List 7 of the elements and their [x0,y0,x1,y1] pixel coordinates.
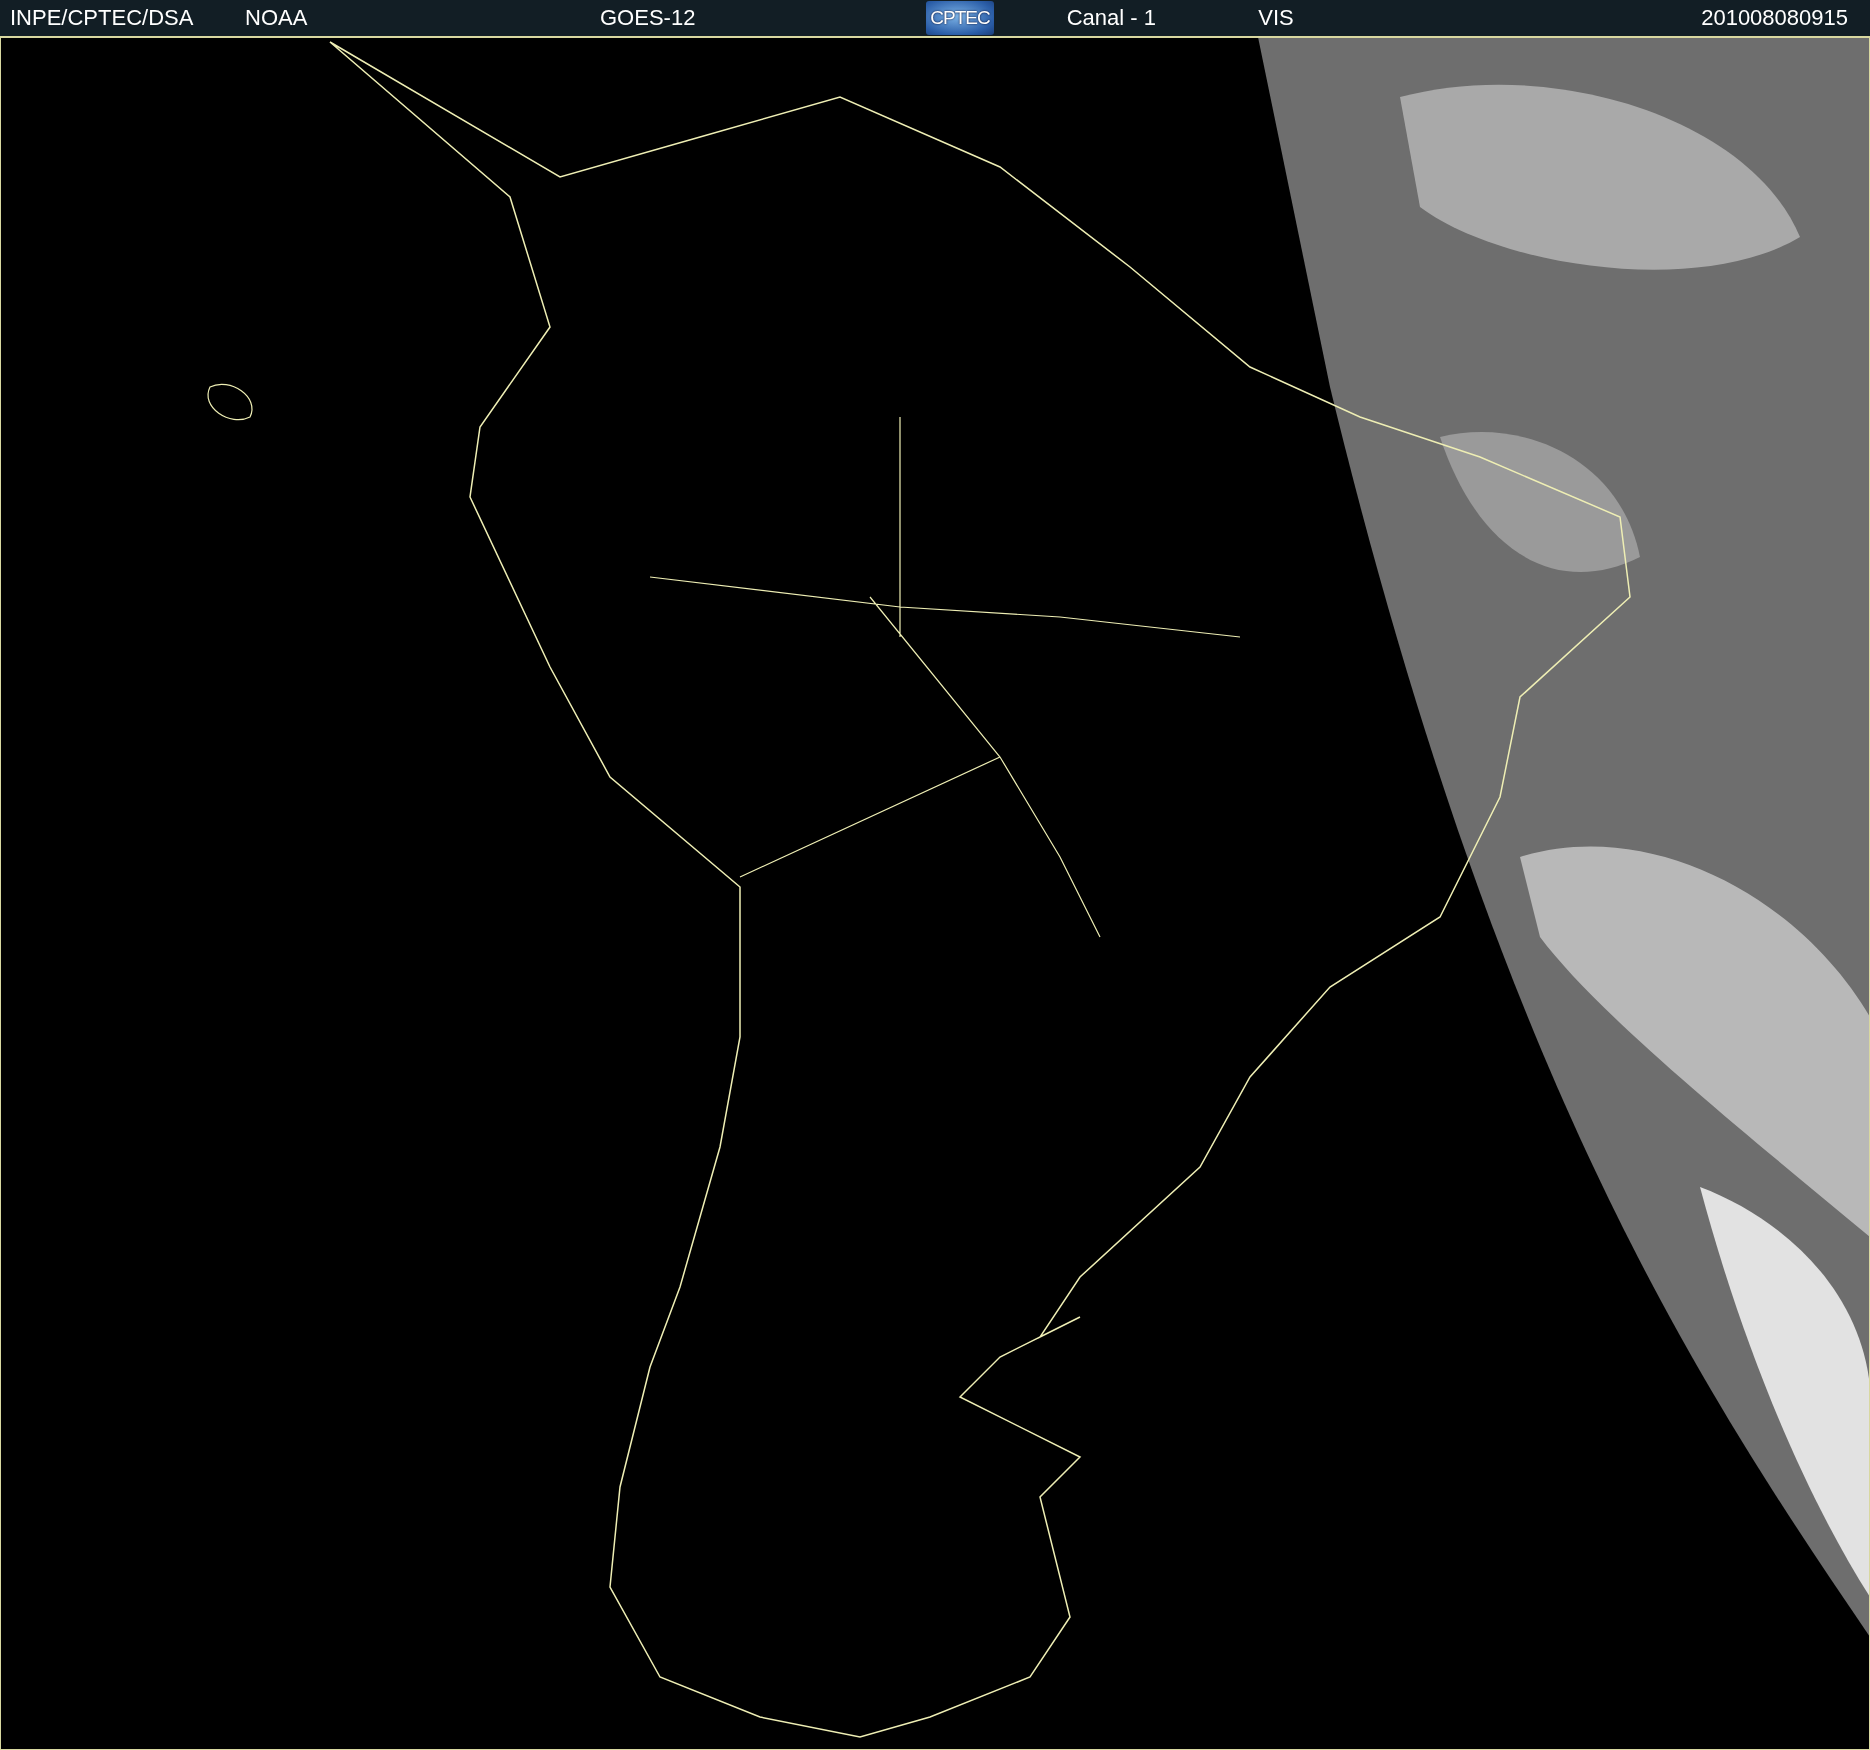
agency-label: NOAA [245,5,308,31]
source-label: INPE/CPTEC/DSA [10,5,194,31]
satellite-label: GOES-12 [600,5,696,31]
channel-label: Canal - 1 [1066,5,1156,31]
logo: CPTEC [926,1,994,35]
timestamp-label: 201008080915 [1701,5,1848,31]
band-label: VIS [1258,5,1294,31]
